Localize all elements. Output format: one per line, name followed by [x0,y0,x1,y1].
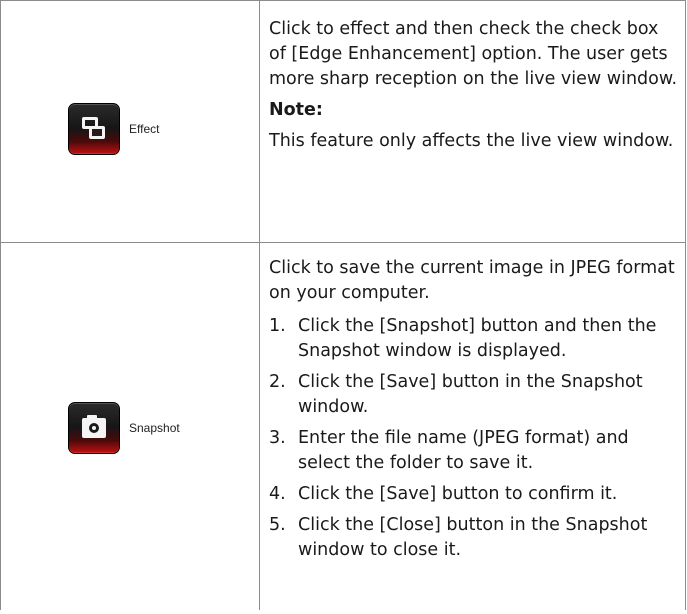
snapshot-description: Click to save the current image in JPEG … [269,258,675,303]
camera-icon [68,402,120,454]
column-divider [259,0,260,610]
effect-button-label: Effect [129,122,160,136]
step-number: 3. [269,428,286,448]
step-number: 1. [269,316,286,336]
table-left-border [0,0,1,610]
step-text: Enter the file name (JPEG format) and se… [298,428,629,473]
step-number: 5. [269,515,286,535]
step-text: Click the [Save] button in the Snapshot … [298,372,643,417]
note-text: This feature only affects the live view … [269,131,674,151]
step-text: Click the [Save] button to confirm it. [298,484,618,504]
list-item: 4. Click the [Save] button to confirm it… [269,482,679,507]
list-item: 2. Click the [Save] button in the Snapsh… [269,370,679,420]
step-number: 2. [269,372,286,392]
effect-description: Click to effect and then check the check… [269,19,678,89]
step-number: 4. [269,484,286,504]
effect-button[interactable]: Effect [68,103,159,155]
snapshot-steps-list: 1. Click the [Snapshot] button and then … [269,314,679,563]
table-right-border [685,0,686,610]
snapshot-button[interactable]: Snapshot [68,402,180,454]
snapshot-button-label: Snapshot [129,421,180,435]
list-item: 3. Enter the file name (JPEG format) and… [269,426,679,476]
note-label: Note: [269,100,323,120]
row-divider [0,242,686,243]
snapshot-description-cell: Click to save the current image in JPEG … [269,256,679,569]
table-top-border [0,0,686,1]
list-item: 5. Click the [Close] button in the Snaps… [269,513,679,563]
feature-table: Effect Click to effect and then check th… [0,0,686,610]
step-text: Click the [Close] button in the Snapshot… [298,515,648,560]
step-text: Click the [Snapshot] button and then the… [298,316,657,361]
overlap-windows-icon [68,103,120,155]
list-item: 1. Click the [Snapshot] button and then … [269,314,679,364]
effect-description-cell: Click to effect and then check the check… [269,17,679,154]
